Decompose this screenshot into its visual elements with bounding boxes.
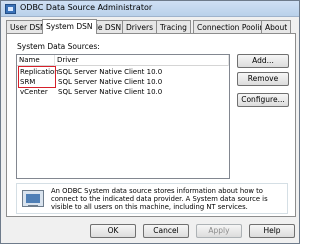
list-header: Name Driver	[17, 55, 229, 66]
dsn-name: SRM	[20, 78, 36, 86]
tab-drivers[interactable]: Drivers	[122, 20, 157, 33]
dsn-name: vCenter	[20, 88, 48, 96]
tab-system-dsn[interactable]: System DSN	[42, 19, 97, 34]
odbc-app-icon	[5, 4, 16, 14]
system-dsn-panel: System Data Sources: Name Driver Replica…	[6, 33, 296, 217]
cancel-button[interactable]: Cancel	[143, 224, 189, 238]
list-item[interactable]: vCenter SQL Server Native Client 10.0	[17, 88, 229, 97]
remove-button[interactable]: Remove	[237, 72, 289, 86]
configure-button[interactable]: Configure...	[237, 93, 289, 107]
apply-button[interactable]: Apply	[196, 224, 242, 238]
dsn-driver: SQL Server Native Client 10.0	[58, 68, 163, 76]
dsn-driver: SQL Server Native Client 10.0	[58, 78, 163, 86]
column-header-name[interactable]: Name	[17, 55, 55, 66]
dsn-driver: SQL Server Native Client 10.0	[58, 88, 163, 96]
computer-info-icon	[22, 190, 44, 207]
add-button[interactable]: Add...	[237, 54, 289, 68]
tab-tracing[interactable]: Tracing	[156, 20, 191, 33]
info-text: An ODBC System data source stores inform…	[51, 187, 268, 211]
title-bar[interactable]: ODBC Data Source Administrator	[1, 1, 299, 17]
list-item[interactable]: Replication SQL Server Native Client 10.…	[17, 68, 229, 77]
system-data-sources-label: System Data Sources:	[17, 42, 100, 51]
info-box: An ODBC System data source stores inform…	[16, 183, 288, 214]
tab-strip: User DSN System DSN File DSN Drivers Tra…	[6, 19, 296, 34]
window-title: ODBC Data Source Administrator	[20, 3, 153, 12]
data-sources-list[interactable]: Name Driver Replication SQL Server Nativ…	[16, 54, 230, 179]
column-header-driver[interactable]: Driver	[55, 55, 229, 66]
list-item[interactable]: SRM SQL Server Native Client 10.0	[17, 78, 229, 87]
tab-about[interactable]: About	[261, 20, 292, 33]
odbc-window: ODBC Data Source Administrator User DSN …	[0, 0, 300, 244]
dsn-name: Replication	[20, 68, 59, 76]
help-button[interactable]: Help	[249, 224, 295, 238]
ok-button[interactable]: OK	[90, 224, 136, 238]
